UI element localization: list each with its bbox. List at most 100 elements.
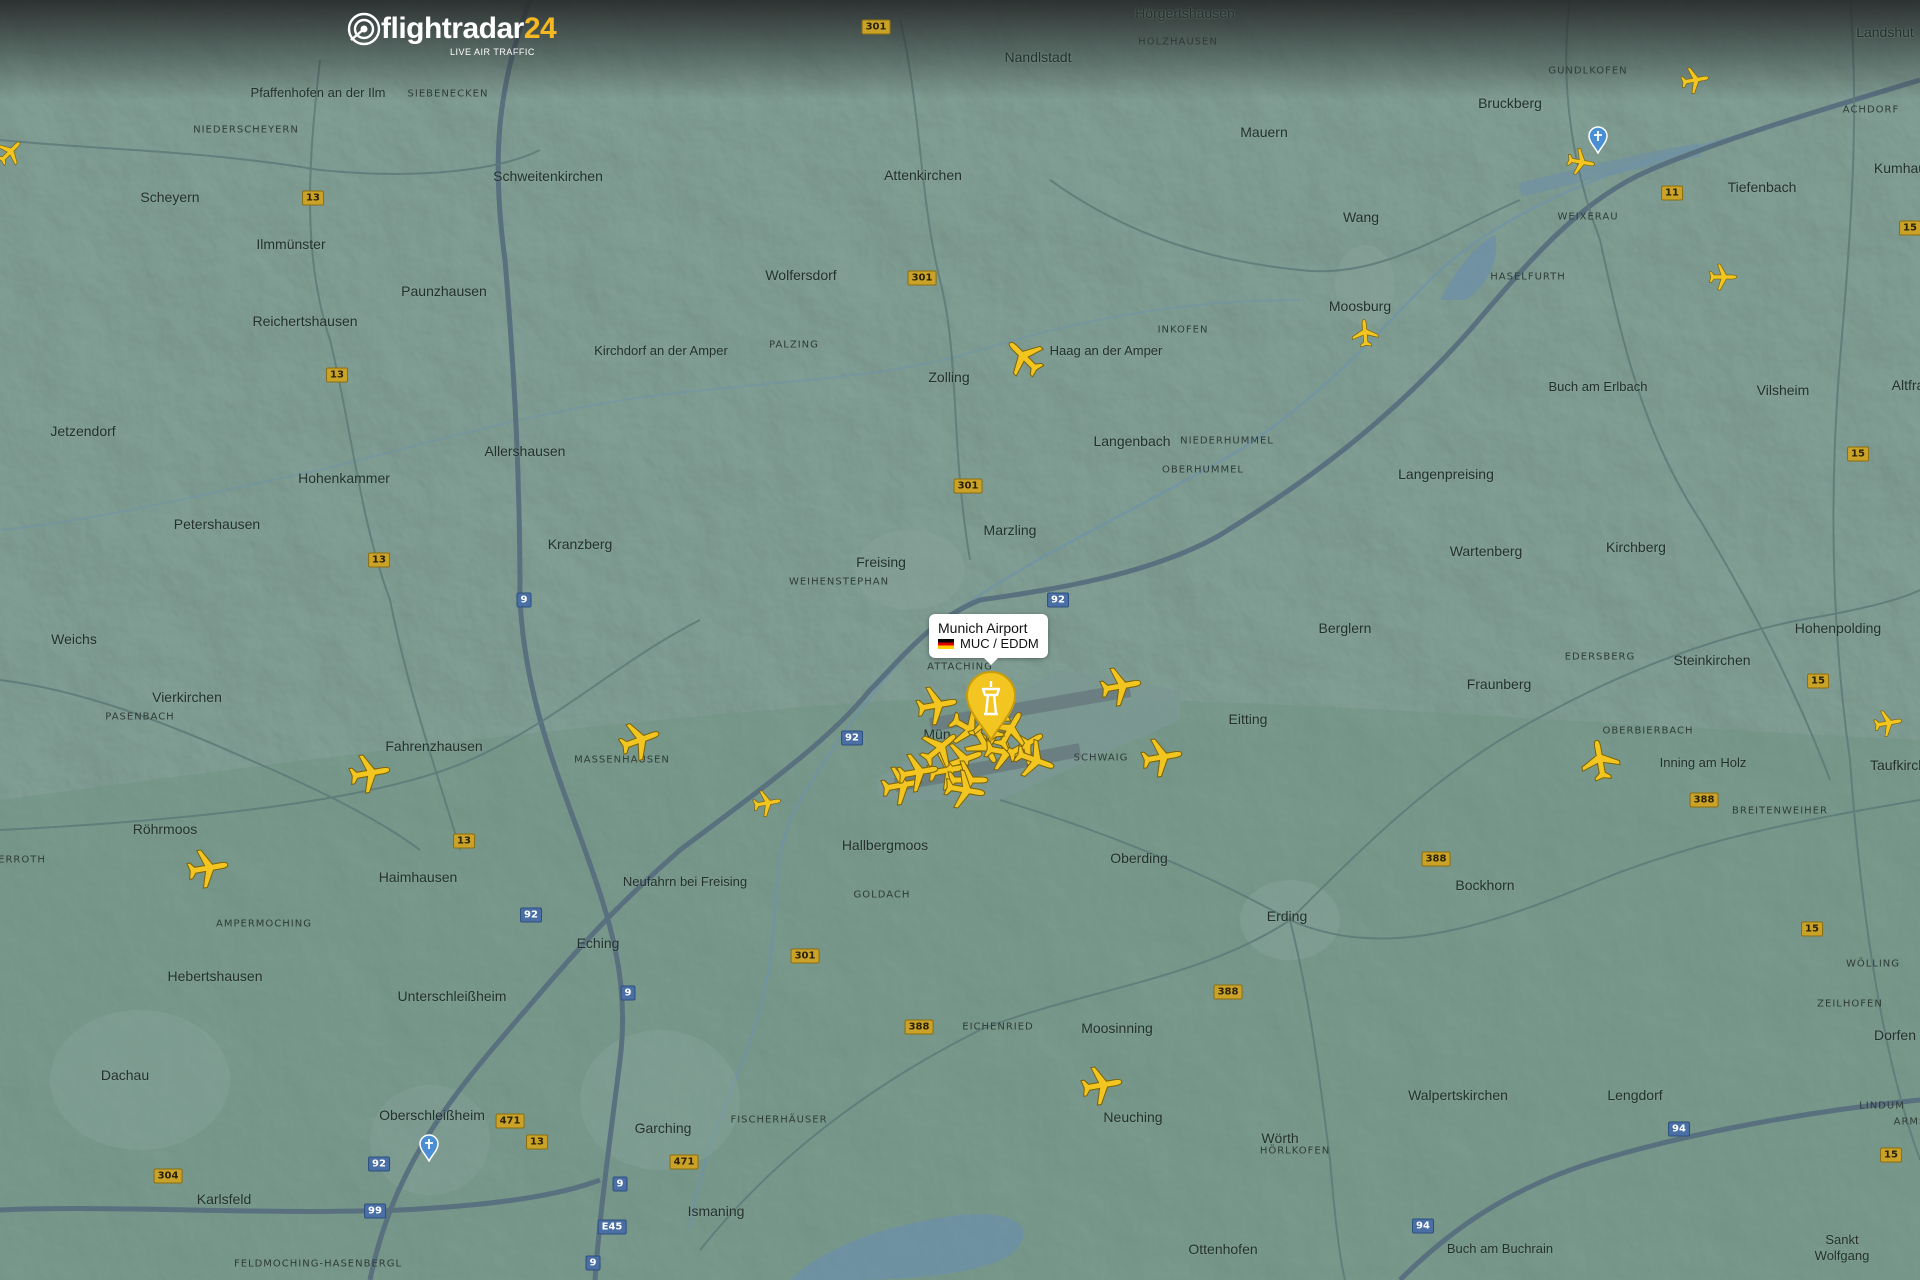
aircraft-icon[interactable] xyxy=(1096,661,1147,712)
town-label-wartenberg: Wartenberg xyxy=(1449,543,1523,559)
locality-label-palzing: PALZING xyxy=(769,339,819,351)
road-shield-388: 388 xyxy=(904,1019,934,1035)
road-shield-13: 13 xyxy=(368,552,390,568)
town-label-woerth: Wörth xyxy=(1261,1130,1299,1146)
road-shield-94: 94 xyxy=(1412,1218,1434,1234)
town-label-bockhorn: Bockhorn xyxy=(1455,877,1515,893)
town-label-fraunberg: Fraunberg xyxy=(1466,676,1532,692)
road-shield-301: 301 xyxy=(790,948,820,964)
town-label-vilsheim: Vilsheim xyxy=(1756,382,1810,398)
road-shield-92: 92 xyxy=(520,907,542,923)
locality-label-feldmoching: FELDMOCHING-HASENBERGL xyxy=(233,1258,403,1270)
town-label-berglern: Berglern xyxy=(1318,620,1372,636)
town-label-langenbach: Langenbach xyxy=(1093,433,1171,449)
helipad-pin-icon[interactable] xyxy=(1587,126,1609,154)
locality-label-weihenstephan: WEIHENSTEPHAN xyxy=(788,576,890,588)
road-shield-13: 13 xyxy=(526,1134,548,1150)
flightradar24-logo[interactable]: flightradar24 LIVE AIR TRAFFIC xyxy=(347,12,557,57)
road-shield-301: 301 xyxy=(907,270,937,286)
town-label-hoergertshausen: Hörgertshausen xyxy=(1135,5,1235,21)
town-label-dorfen: Dorfen xyxy=(1873,1027,1917,1043)
town-label-pfaffenhofen: Pfaffenhofen an der Ilm xyxy=(250,85,386,100)
locality-label-breitenweiher: BREITENWEIHER xyxy=(1732,805,1828,817)
town-label-neuching: Neuching xyxy=(1103,1109,1163,1125)
locality-label-eichenried: EICHENRIED xyxy=(962,1021,1034,1033)
locality-label-pasenbach: PASENBACH xyxy=(105,711,175,723)
road-shield-15: 15 xyxy=(1880,1147,1902,1163)
town-label-neufahrn: Neufahrn bei Freising xyxy=(622,874,748,889)
airport-name: Munich Airport xyxy=(938,620,1028,636)
germany-flag-icon xyxy=(938,639,954,649)
locality-label-gundlkofen: GUNDLKOFEN xyxy=(1548,65,1628,77)
locality-label-schwaig: SCHWAIG xyxy=(1073,752,1129,764)
town-label-allershausen: Allershausen xyxy=(484,443,566,459)
town-label-kumhausen: Kumhau xyxy=(1873,160,1920,176)
town-label-taufkirchen: Taufkirch xyxy=(1869,757,1920,773)
town-label-oberding: Oberding xyxy=(1110,850,1168,866)
town-label-dachau: Dachau xyxy=(100,1067,150,1083)
town-label-ilmmuenster: Ilmmünster xyxy=(256,236,326,252)
town-label-langenpreising: Langenpreising xyxy=(1398,466,1494,482)
locality-label-ampermoching: AMPERMOCHING xyxy=(216,918,312,930)
road-shield-15: 15 xyxy=(1899,220,1920,236)
locality-label-goldach: GOLDACH xyxy=(853,889,911,901)
town-label-ottenhofen: Ottenhofen xyxy=(1188,1241,1258,1257)
town-label-wolfersdorf: Wolfersdorf xyxy=(765,267,837,283)
town-label-haimhausen: Haimhausen xyxy=(378,869,458,885)
town-label-karlsfeld: Karlsfeld xyxy=(196,1191,252,1207)
town-label-vierkirchen: Vierkirchen xyxy=(152,689,222,705)
road-shield-13: 13 xyxy=(302,190,324,206)
brand-tagline: LIVE AIR TRAFFIC xyxy=(450,47,535,57)
town-label-kirchberg: Kirchberg xyxy=(1606,539,1666,555)
town-label-mauern: Mauern xyxy=(1240,124,1288,140)
road-shield-92: 92 xyxy=(368,1156,390,1172)
aircraft-icon[interactable] xyxy=(1678,63,1713,98)
town-label-altfra: Altfra xyxy=(1891,377,1920,393)
aircraft-icon[interactable] xyxy=(1871,706,1906,741)
road-shield-471: 471 xyxy=(669,1154,699,1170)
aircraft-icon[interactable] xyxy=(1077,1060,1128,1111)
town-label-garching: Garching xyxy=(634,1120,692,1136)
airport-tower-pin-icon[interactable] xyxy=(963,670,1019,742)
locality-label-oberhummel: OBERHUMMEL xyxy=(1162,464,1244,476)
town-label-attenkirchen: Attenkirchen xyxy=(884,167,962,183)
locality-label-haselfurth: HASELFURTH xyxy=(1490,271,1566,283)
helipad-pin-icon[interactable] xyxy=(418,1134,440,1162)
town-label-marzling: Marzling xyxy=(983,522,1037,538)
town-label-kirchdorf: Kirchdorf an der Amper xyxy=(594,343,728,358)
town-label-erding: Erding xyxy=(1266,908,1308,924)
road-shield-9: 9 xyxy=(620,985,636,1001)
aircraft-icon[interactable] xyxy=(1575,735,1626,786)
town-label-paunzhausen: Paunzhausen xyxy=(401,283,487,299)
aircraft-icon[interactable] xyxy=(1708,262,1738,292)
town-label-kranzberg: Kranzberg xyxy=(547,536,613,552)
road-shield-304: 304 xyxy=(153,1168,183,1184)
road-shield-92: 92 xyxy=(1047,592,1069,608)
aircraft-icon[interactable] xyxy=(183,843,234,894)
aircraft-icon[interactable] xyxy=(750,786,785,821)
locality-label-inkofen: INKOFEN xyxy=(1157,324,1209,336)
road-shield-388: 388 xyxy=(1213,984,1243,1000)
aircraft-icon[interactable] xyxy=(1349,317,1382,350)
town-label-buch-erlbach: Buch am Erlbach xyxy=(1548,379,1648,394)
town-label-ismaning: Ismaning xyxy=(687,1203,745,1219)
town-label-oberschleissheim: Oberschleißheim xyxy=(379,1107,485,1123)
town-label-landshut: Landshut xyxy=(1856,24,1914,40)
road-shield-301: 301 xyxy=(953,478,983,494)
town-label-schweitenkirchen: Schweitenkirchen xyxy=(493,168,603,184)
locality-label-edersberg: EDERSBERG xyxy=(1564,651,1636,663)
road-shield-E45: E45 xyxy=(597,1219,627,1235)
aircraft-icon[interactable] xyxy=(1137,732,1188,783)
airport-code: MUC / EDDM xyxy=(960,636,1039,651)
aircraft-icon[interactable] xyxy=(345,748,396,799)
road-shield-388: 388 xyxy=(1689,792,1719,808)
locality-label-arms: ARMS xyxy=(1893,1116,1920,1128)
airport-info-popup[interactable]: Munich Airport MUC / EDDM xyxy=(929,614,1048,665)
town-label-eching: Eching xyxy=(576,935,620,951)
road-shield-388: 388 xyxy=(1421,851,1451,867)
locality-label-erroth: ERROTH xyxy=(0,854,46,866)
locality-label-siebenecken: SIEBENECKEN xyxy=(407,88,489,100)
aircraft-icon[interactable] xyxy=(940,765,991,816)
town-label-fahrenzhausen: Fahrenzhausen xyxy=(385,738,483,754)
locality-label-weixerau: WEIXERAU xyxy=(1557,211,1619,223)
